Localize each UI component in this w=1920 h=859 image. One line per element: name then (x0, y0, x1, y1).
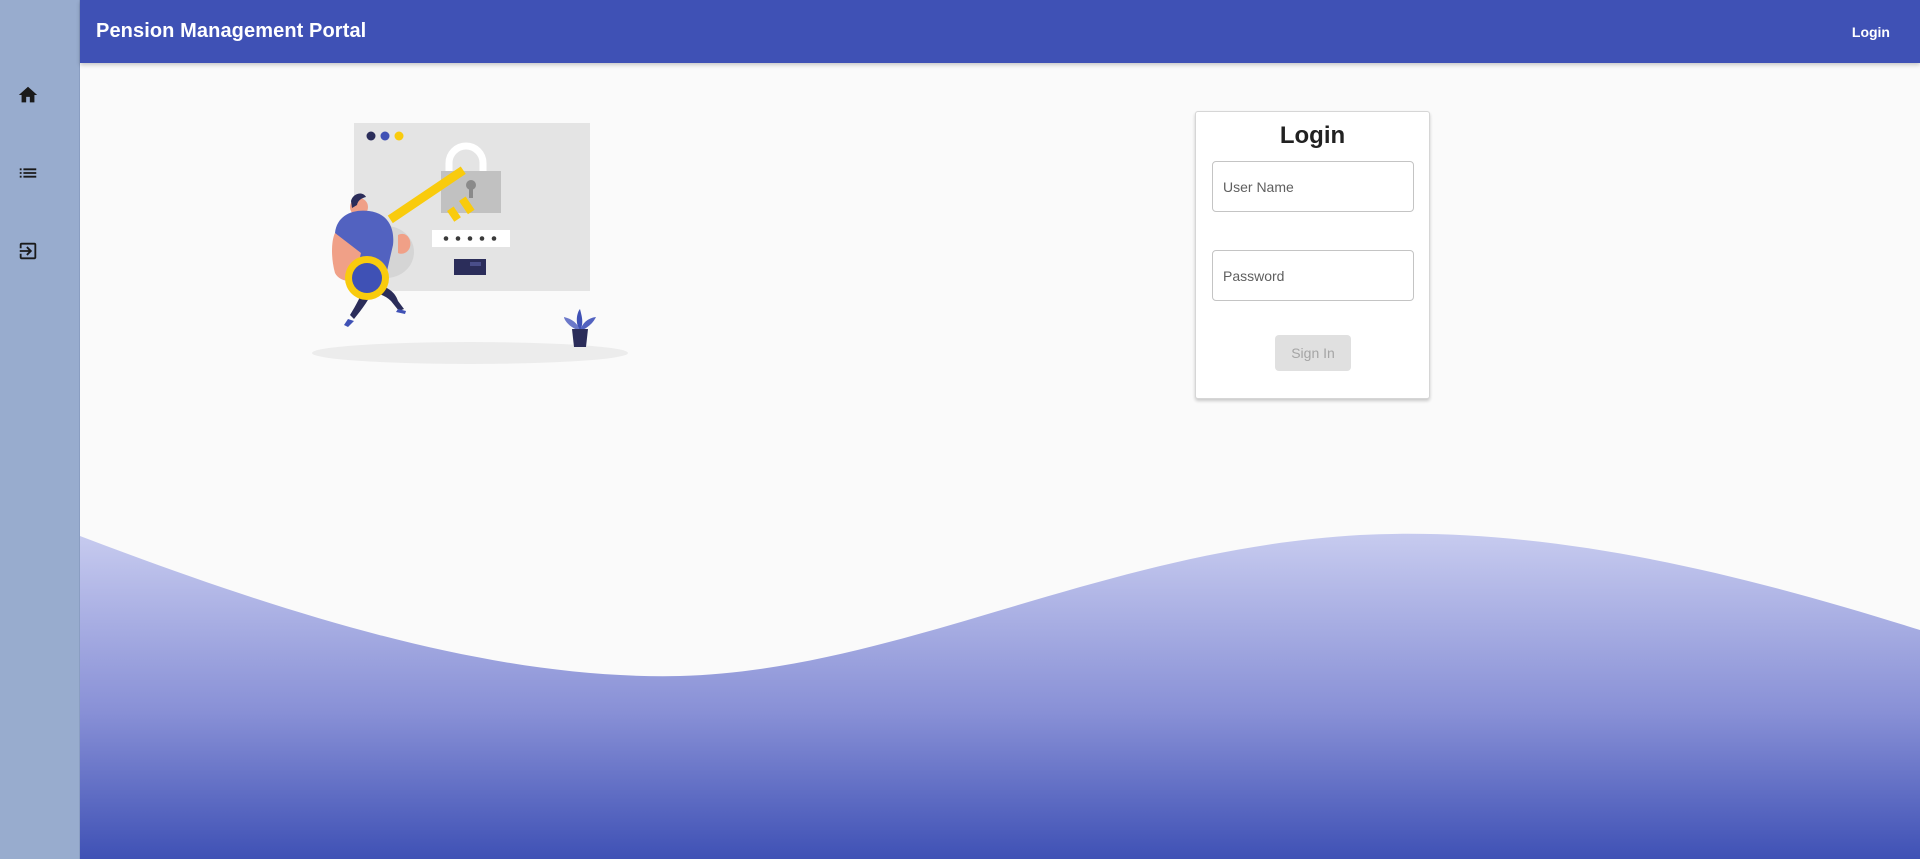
password-field[interactable] (1212, 250, 1414, 301)
exit-icon (19, 242, 37, 260)
username-input[interactable] (1213, 162, 1413, 211)
sidebar (0, 0, 80, 859)
top-app-bar: Pension Management Portal Login (80, 0, 1920, 63)
sidebar-item-home[interactable] (12, 79, 44, 111)
login-title: Login (1279, 122, 1346, 149)
home-icon (18, 86, 38, 103)
password-input[interactable] (1213, 251, 1413, 300)
signin-button[interactable]: Sign In (1275, 335, 1351, 371)
wave-background (80, 533, 1920, 859)
security-key-illustration (312, 123, 628, 364)
topbar-login-button[interactable]: Login (1836, 16, 1906, 48)
app-title: Pension Management Portal (96, 20, 367, 42)
list-icon (19, 168, 37, 178)
username-field[interactable] (1212, 161, 1414, 212)
sidebar-item-exit[interactable] (12, 235, 44, 267)
login-card: Login Sign In (1195, 111, 1430, 399)
sidebar-item-list[interactable] (12, 157, 44, 189)
